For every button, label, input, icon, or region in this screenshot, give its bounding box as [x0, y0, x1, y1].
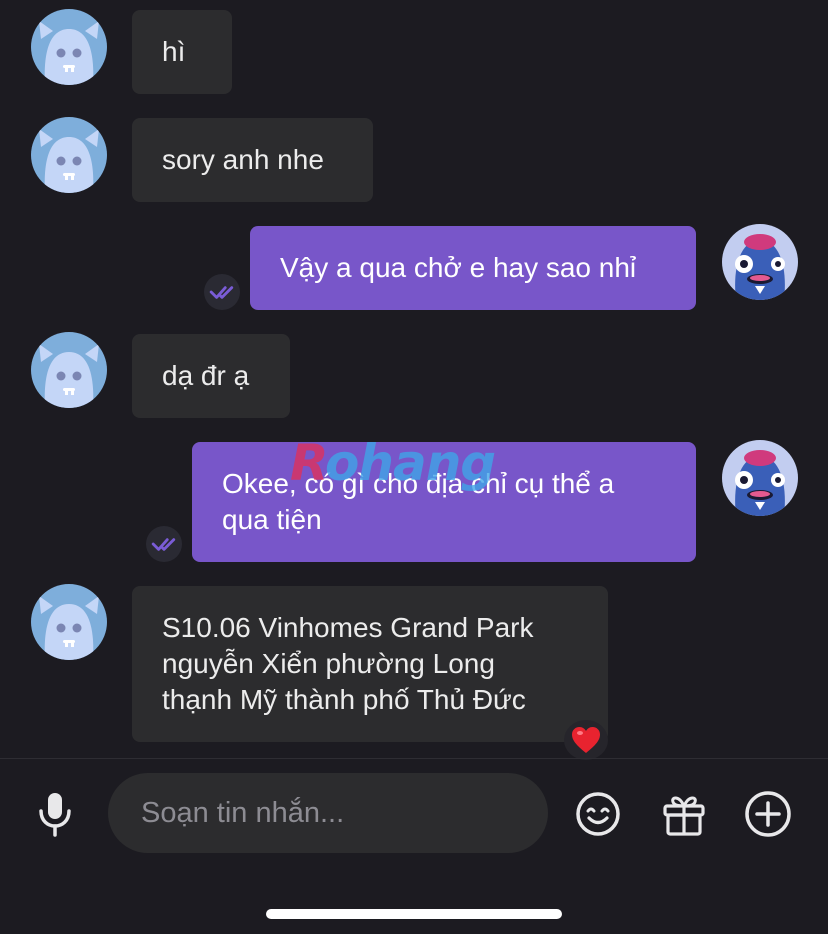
message-text-line: nguyễn Xiển phường Long	[162, 648, 495, 679]
microphone-icon[interactable]	[33, 790, 77, 838]
composer-divider	[0, 758, 828, 759]
incoming-message[interactable]: dạ đr ạ	[132, 334, 290, 418]
incoming-message[interactable]: sory anh nhe	[132, 118, 373, 202]
message-text: Vậy a qua chở e hay sao nhỉ	[280, 252, 637, 283]
ghost-avatar-icon[interactable]	[31, 332, 107, 408]
emoji-icon[interactable]	[575, 791, 621, 837]
add-circle-icon[interactable]	[744, 790, 792, 838]
blue-monster-avatar-icon[interactable]	[722, 440, 798, 516]
incoming-message[interactable]: S10.06 Vinhomes Grand Park nguyễn Xiển p…	[132, 586, 608, 742]
gift-icon[interactable]	[661, 791, 707, 837]
message-text-line: S10.06 Vinhomes Grand Park	[162, 612, 534, 643]
incoming-message[interactable]: hì	[132, 10, 232, 94]
message-input-container[interactable]	[108, 773, 548, 853]
watermark-logo: Rohang	[290, 434, 496, 492]
message-text-line: qua tiện	[222, 504, 322, 535]
message-text-line: thạnh Mỹ thành phố Thủ Đức	[162, 684, 526, 715]
message-text: hì	[162, 36, 186, 67]
message-text: sory anh nhe	[162, 144, 324, 175]
message-input[interactable]	[139, 795, 523, 831]
heart-reaction-icon[interactable]	[564, 720, 608, 760]
ghost-avatar-icon[interactable]	[31, 9, 107, 85]
seen-check-icon	[204, 274, 240, 310]
blue-monster-avatar-icon[interactable]	[722, 224, 798, 300]
seen-check-icon	[146, 526, 182, 562]
outgoing-message[interactable]: Vậy a qua chở e hay sao nhỉ	[250, 226, 696, 310]
ghost-avatar-icon[interactable]	[31, 117, 107, 193]
home-indicator[interactable]	[266, 909, 562, 919]
message-text: dạ đr ạ	[162, 360, 250, 391]
ghost-avatar-icon[interactable]	[31, 584, 107, 660]
